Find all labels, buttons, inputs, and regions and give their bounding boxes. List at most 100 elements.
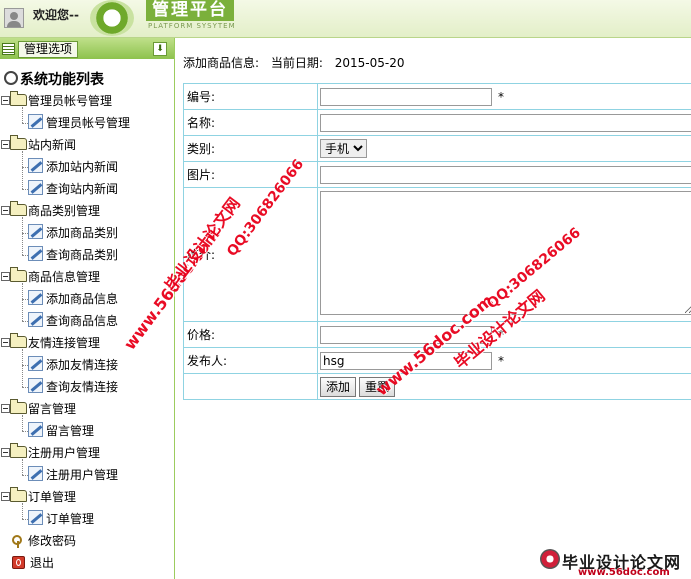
- sidebar-group-label: 商品类别管理: [28, 204, 101, 218]
- publisher-label: 发布人:: [183, 347, 318, 374]
- sidebar-item[interactable]: 查询商品信息: [28, 310, 118, 332]
- form-row-name: 名称:: [183, 109, 691, 136]
- price-label: 价格:: [183, 321, 318, 348]
- sidebar-item[interactable]: 添加商品信息: [28, 288, 118, 310]
- sidebar-item-label: 查询商品信息: [46, 314, 119, 328]
- sidebar-group[interactable]: 商品类别管理: [0, 200, 100, 222]
- sidebar-group[interactable]: 留言管理: [0, 398, 76, 420]
- main-content: 添加商品信息: 当前日期: 2015-05-20 编号: * 名称: 类别: 手…: [175, 38, 691, 579]
- page-title: 添加商品信息:: [183, 56, 260, 70]
- folder-icon: [10, 399, 27, 414]
- edit-page-icon: [28, 246, 43, 261]
- sidebar-group[interactable]: 友情连接管理: [0, 332, 100, 354]
- submit-button[interactable]: 添加: [320, 376, 357, 397]
- collapse-arrow-icon[interactable]: ⬇: [153, 42, 167, 56]
- sidebar-item-label: 添加商品信息: [46, 292, 119, 306]
- footer-logo-icon: [540, 549, 560, 569]
- edit-page-icon: [28, 158, 43, 173]
- date-label: 当前日期:: [270, 56, 323, 70]
- edit-page-icon: [28, 312, 43, 327]
- sidebar-item-label: 管理员帐号管理: [46, 116, 131, 130]
- exit-icon: [12, 556, 25, 569]
- sidebar-item-label: 添加友情连接: [46, 358, 119, 372]
- sidebar-item[interactable]: 订单管理: [28, 508, 94, 530]
- sidebar-item[interactable]: 注册用户管理: [28, 464, 118, 486]
- sidebar-item[interactable]: 添加站内新闻: [28, 156, 118, 178]
- sidebar-group-label: 友情连接管理: [28, 336, 101, 350]
- sidebar-item[interactable]: 查询站内新闻: [28, 178, 118, 200]
- sidebar-item-label: 添加站内新闻: [46, 160, 119, 174]
- edit-page-icon: [28, 224, 43, 239]
- sidebar-item[interactable]: 添加友情连接: [28, 354, 118, 376]
- sidebar-item-label: 查询商品类别: [46, 248, 119, 262]
- required-mark: *: [498, 353, 504, 368]
- sidebar-item[interactable]: 查询友情连接: [28, 376, 118, 398]
- footer-watermark-url: www.56doc.com: [578, 567, 670, 578]
- sidebar-group[interactable]: 订单管理: [0, 486, 76, 508]
- sidebar-item-label: 注册用户管理: [46, 468, 119, 482]
- edit-page-icon: [28, 114, 43, 129]
- sidebar-item-label: 添加商品类别: [46, 226, 119, 240]
- sidebar-group-label: 商品信息管理: [28, 270, 101, 284]
- name-label: 名称:: [183, 109, 318, 136]
- folder-icon: [10, 487, 27, 502]
- sidebar-item[interactable]: 留言管理: [28, 420, 94, 442]
- id-input[interactable]: [320, 87, 492, 106]
- collapse-minus-icon[interactable]: [1, 404, 10, 413]
- id-label: 编号:: [183, 83, 318, 110]
- folder-icon: [10, 135, 27, 150]
- category-label: 类别:: [183, 135, 318, 162]
- sidebar-group[interactable]: 站内新闻: [0, 134, 76, 156]
- change-password-link[interactable]: 修改密码: [12, 530, 76, 552]
- collapse-minus-icon[interactable]: [1, 492, 10, 501]
- collapse-minus-icon[interactable]: [1, 96, 10, 105]
- form-row-buttons: 添加 重置: [183, 373, 691, 400]
- name-input[interactable]: [320, 113, 691, 132]
- folder-icon: [10, 333, 27, 348]
- image-input[interactable]: [320, 165, 691, 184]
- logout-link[interactable]: 退出: [12, 552, 54, 574]
- logo-title: 管理平台: [146, 0, 234, 21]
- sidebar-group-label: 注册用户管理: [28, 446, 101, 460]
- sidebar-group[interactable]: 管理员帐号管理: [0, 90, 112, 112]
- sidebar-item-label: 订单管理: [46, 512, 95, 526]
- menu-options-button[interactable]: 管理选项: [18, 41, 79, 58]
- sidebar-extra-label: 退出: [30, 556, 55, 570]
- sidebar-group[interactable]: 商品信息管理: [0, 266, 100, 288]
- collapse-minus-icon[interactable]: [1, 140, 10, 149]
- logo-icon: [90, 0, 134, 36]
- grid-icon: [2, 43, 15, 55]
- edit-page-icon: [28, 378, 43, 393]
- sidebar-item[interactable]: 管理员帐号管理: [28, 112, 130, 134]
- logo-subtitle: PLATFORM SYSYTEM: [148, 22, 236, 30]
- form-row-image: 图片:: [183, 161, 691, 188]
- folder-icon: [10, 91, 27, 106]
- sidebar-group-label: 站内新闻: [28, 138, 77, 152]
- collapse-minus-icon[interactable]: [1, 338, 10, 347]
- tree-connector: [22, 415, 23, 431]
- tree-connector: [22, 217, 23, 255]
- sidebar-header: 管理选项 ⬇: [0, 38, 174, 59]
- collapse-minus-icon[interactable]: [1, 272, 10, 281]
- edit-page-icon: [28, 422, 43, 437]
- sidebar-group-label: 管理员帐号管理: [28, 94, 113, 108]
- category-select[interactable]: 手机: [320, 139, 367, 158]
- tree-connector: [22, 459, 23, 475]
- sidebar-group-label: 订单管理: [28, 490, 77, 504]
- required-mark: *: [498, 89, 504, 104]
- sidebar-item[interactable]: 查询商品类别: [28, 244, 118, 266]
- tree-root-icon: [4, 71, 18, 85]
- sidebar-item-label: 留言管理: [46, 424, 95, 438]
- tree-root-label: 系统功能列表: [20, 72, 104, 88]
- edit-page-icon: [28, 180, 43, 195]
- page-info: 添加商品信息: 当前日期: 2015-05-20: [183, 54, 413, 71]
- edit-page-icon: [28, 510, 43, 525]
- sidebar-group[interactable]: 注册用户管理: [0, 442, 100, 464]
- tree-connector: [22, 107, 23, 123]
- edit-page-icon: [28, 466, 43, 481]
- collapse-minus-icon[interactable]: [1, 448, 10, 457]
- key-icon: [12, 535, 24, 548]
- sidebar-item[interactable]: 添加商品类别: [28, 222, 118, 244]
- collapse-minus-icon[interactable]: [1, 206, 10, 215]
- tree-root: 系统功能列表: [4, 70, 104, 90]
